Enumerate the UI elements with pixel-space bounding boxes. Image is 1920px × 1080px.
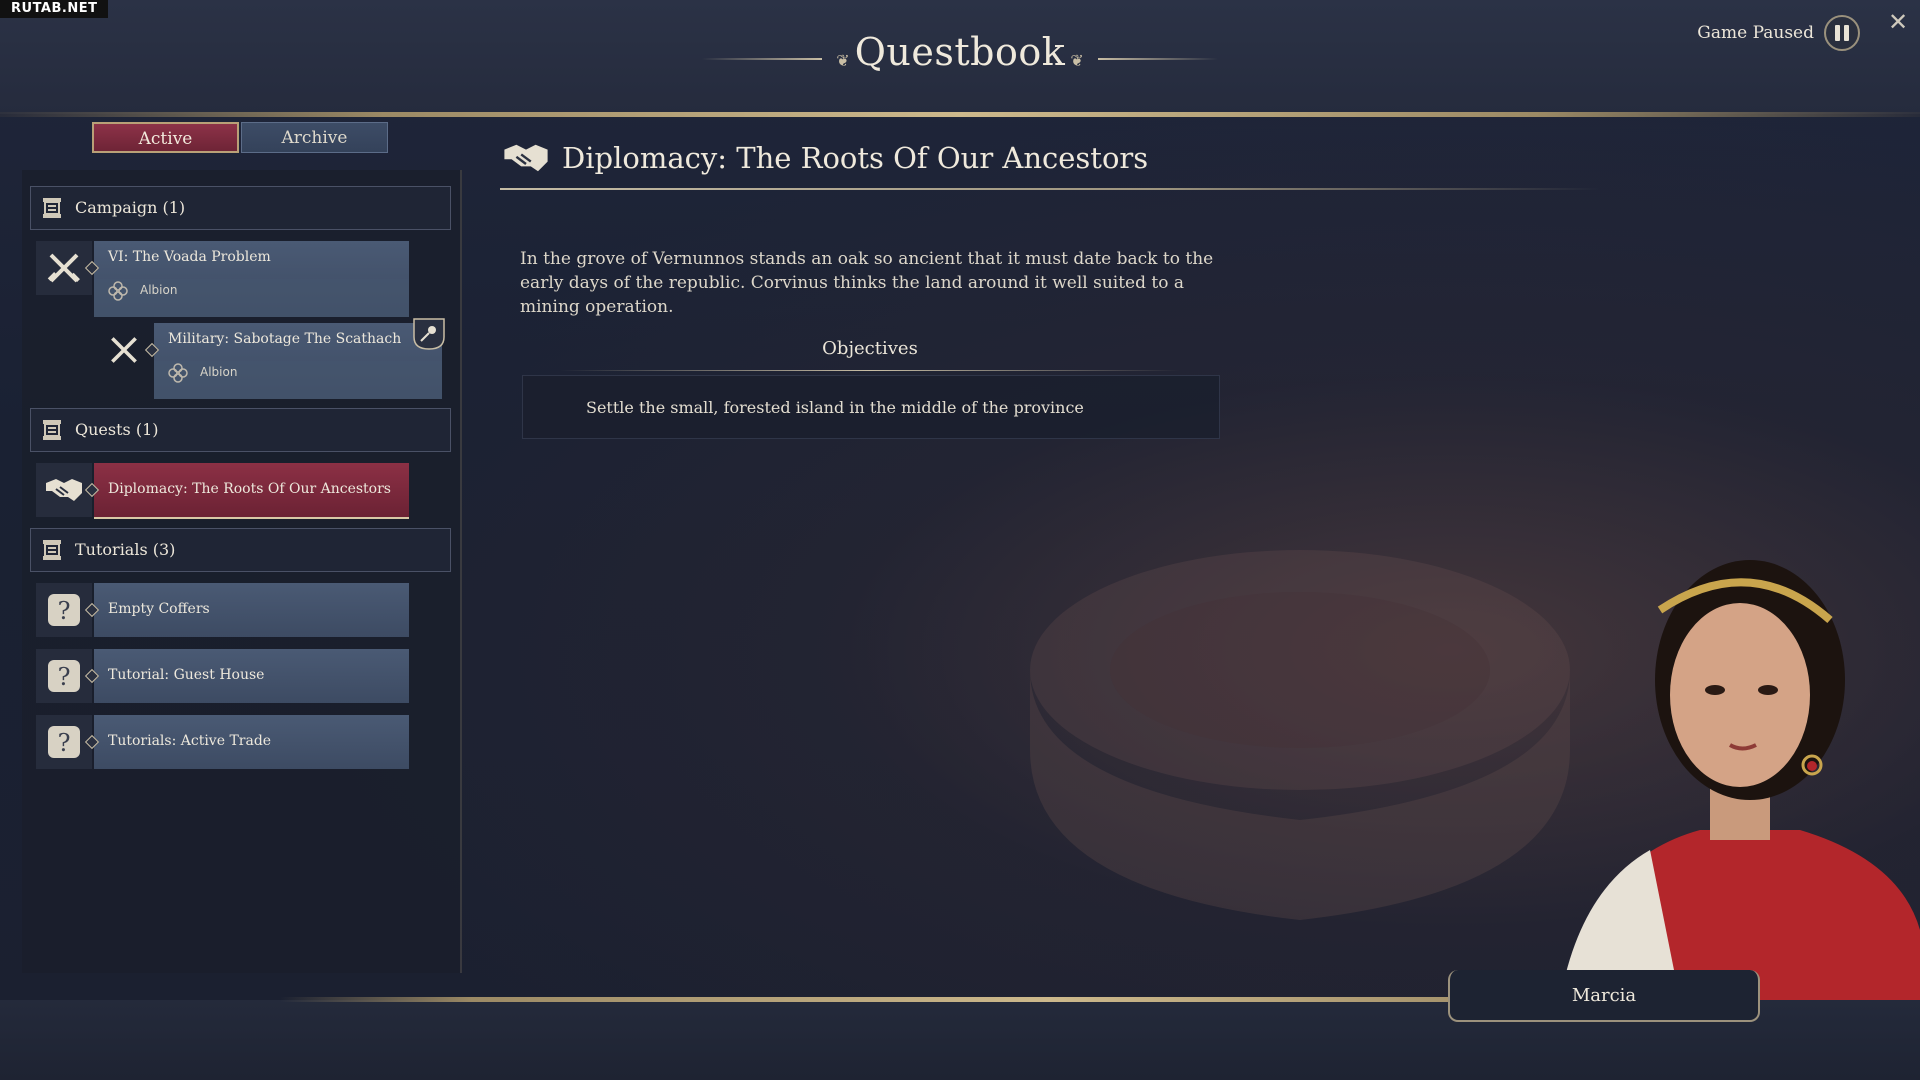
province-icon [108, 281, 128, 301]
handshake-icon [504, 144, 548, 172]
character-portrait [1560, 560, 1920, 1000]
quest-name: Empty Coffers [108, 601, 210, 617]
pause-icon [1844, 25, 1849, 41]
crossed-swords-icon [36, 241, 92, 295]
quest-detail-title: Diplomacy: The Roots Of Our Ancestors [562, 141, 1149, 175]
quest-name: Military: Sabotage The Scathach [168, 331, 402, 347]
section-tutorials[interactable]: Tutorials (3) [30, 528, 451, 572]
pause-control: Game Paused [1697, 15, 1860, 51]
page-title: Questbook [854, 30, 1066, 74]
quest-card[interactable]: Tutorial: Guest House [84, 649, 409, 703]
handshake-icon [36, 463, 92, 517]
objectives-divider [560, 370, 1180, 371]
list-item-tutorial[interactable]: ? Empty Coffers [36, 583, 409, 637]
list-item-tutorial[interactable]: ? Tutorial: Guest House [36, 649, 409, 703]
section-quests[interactable]: Quests (1) [30, 408, 451, 452]
section-label: Tutorials (3) [75, 540, 176, 559]
list-item-campaign[interactable]: VI: The Voada Problem Albion [36, 241, 409, 317]
quest-location: Albion [200, 365, 238, 379]
quest-location-row: Albion [154, 361, 442, 399]
pause-icon [1835, 25, 1840, 41]
question-mark-icon: ? [36, 715, 92, 769]
quest-name: Diplomacy: The Roots Of Our Ancestors [108, 481, 391, 497]
tab-active[interactable]: Active [92, 122, 239, 153]
character-name-plate: Marcia [1448, 970, 1760, 1022]
track-quest-icon[interactable] [412, 317, 446, 351]
header-divider [500, 188, 1600, 190]
question-mark-icon: ? [36, 649, 92, 703]
crossed-swords-icon [96, 323, 152, 377]
quest-card[interactable]: VI: The Voada Problem Albion [84, 241, 409, 317]
section-campaign[interactable]: Campaign (1) [30, 186, 451, 230]
quest-name: Tutorial: Guest House [108, 667, 265, 683]
quest-location-row: Albion [94, 279, 409, 317]
list-item-tutorial[interactable]: ? Tutorials: Active Trade [36, 715, 409, 769]
close-button[interactable]: ✕ [1884, 8, 1912, 36]
quest-name: VI: The Voada Problem [108, 249, 271, 265]
objective-text: Settle the small, forested island in the… [586, 398, 1084, 417]
scroll-icon [43, 198, 61, 218]
quest-card[interactable]: Tutorials: Active Trade [84, 715, 409, 769]
quest-card[interactable]: Empty Coffers [84, 583, 409, 637]
section-label: Campaign (1) [75, 198, 186, 217]
title-bar: ❦ Questbook ❦ [0, 30, 1920, 74]
tab-archive[interactable]: Archive [241, 122, 388, 153]
svg-text:?: ? [58, 729, 71, 757]
list-item-quest[interactable]: Diplomacy: The Roots Of Our Ancestors [36, 463, 409, 519]
title-ornament-right [1097, 57, 1218, 60]
quest-card-selected[interactable]: Diplomacy: The Roots Of Our Ancestors [84, 463, 409, 519]
title-ornament-left [702, 57, 823, 60]
svg-text:?: ? [58, 597, 71, 625]
quest-name: Tutorials: Active Trade [108, 733, 272, 749]
section-label: Quests (1) [75, 420, 159, 439]
svg-text:?: ? [58, 663, 71, 691]
scroll-icon [43, 420, 61, 440]
quest-detail-header: Diplomacy: The Roots Of Our Ancestors [502, 140, 1148, 176]
scroll-icon [43, 540, 61, 560]
ornament-icon: ❦ [1070, 51, 1084, 70]
quest-location: Albion [140, 283, 178, 297]
quest-description: In the grove of Vernunnos stands an oak … [520, 249, 1214, 317]
question-mark-icon: ? [36, 583, 92, 637]
pause-button[interactable] [1824, 15, 1860, 51]
top-divider [0, 112, 1920, 117]
objectives-title: Objectives [822, 338, 918, 359]
watermark: RUTAB.NET [0, 0, 109, 18]
ornament-icon: ❦ [836, 51, 850, 70]
province-icon [168, 363, 188, 383]
quest-card[interactable]: Military: Sabotage The Scathach Albion [144, 323, 442, 399]
bottom-divider [280, 997, 1560, 1002]
list-item-campaign-sub[interactable]: Military: Sabotage The Scathach Albion [96, 318, 449, 399]
pause-label: Game Paused [1697, 23, 1814, 43]
